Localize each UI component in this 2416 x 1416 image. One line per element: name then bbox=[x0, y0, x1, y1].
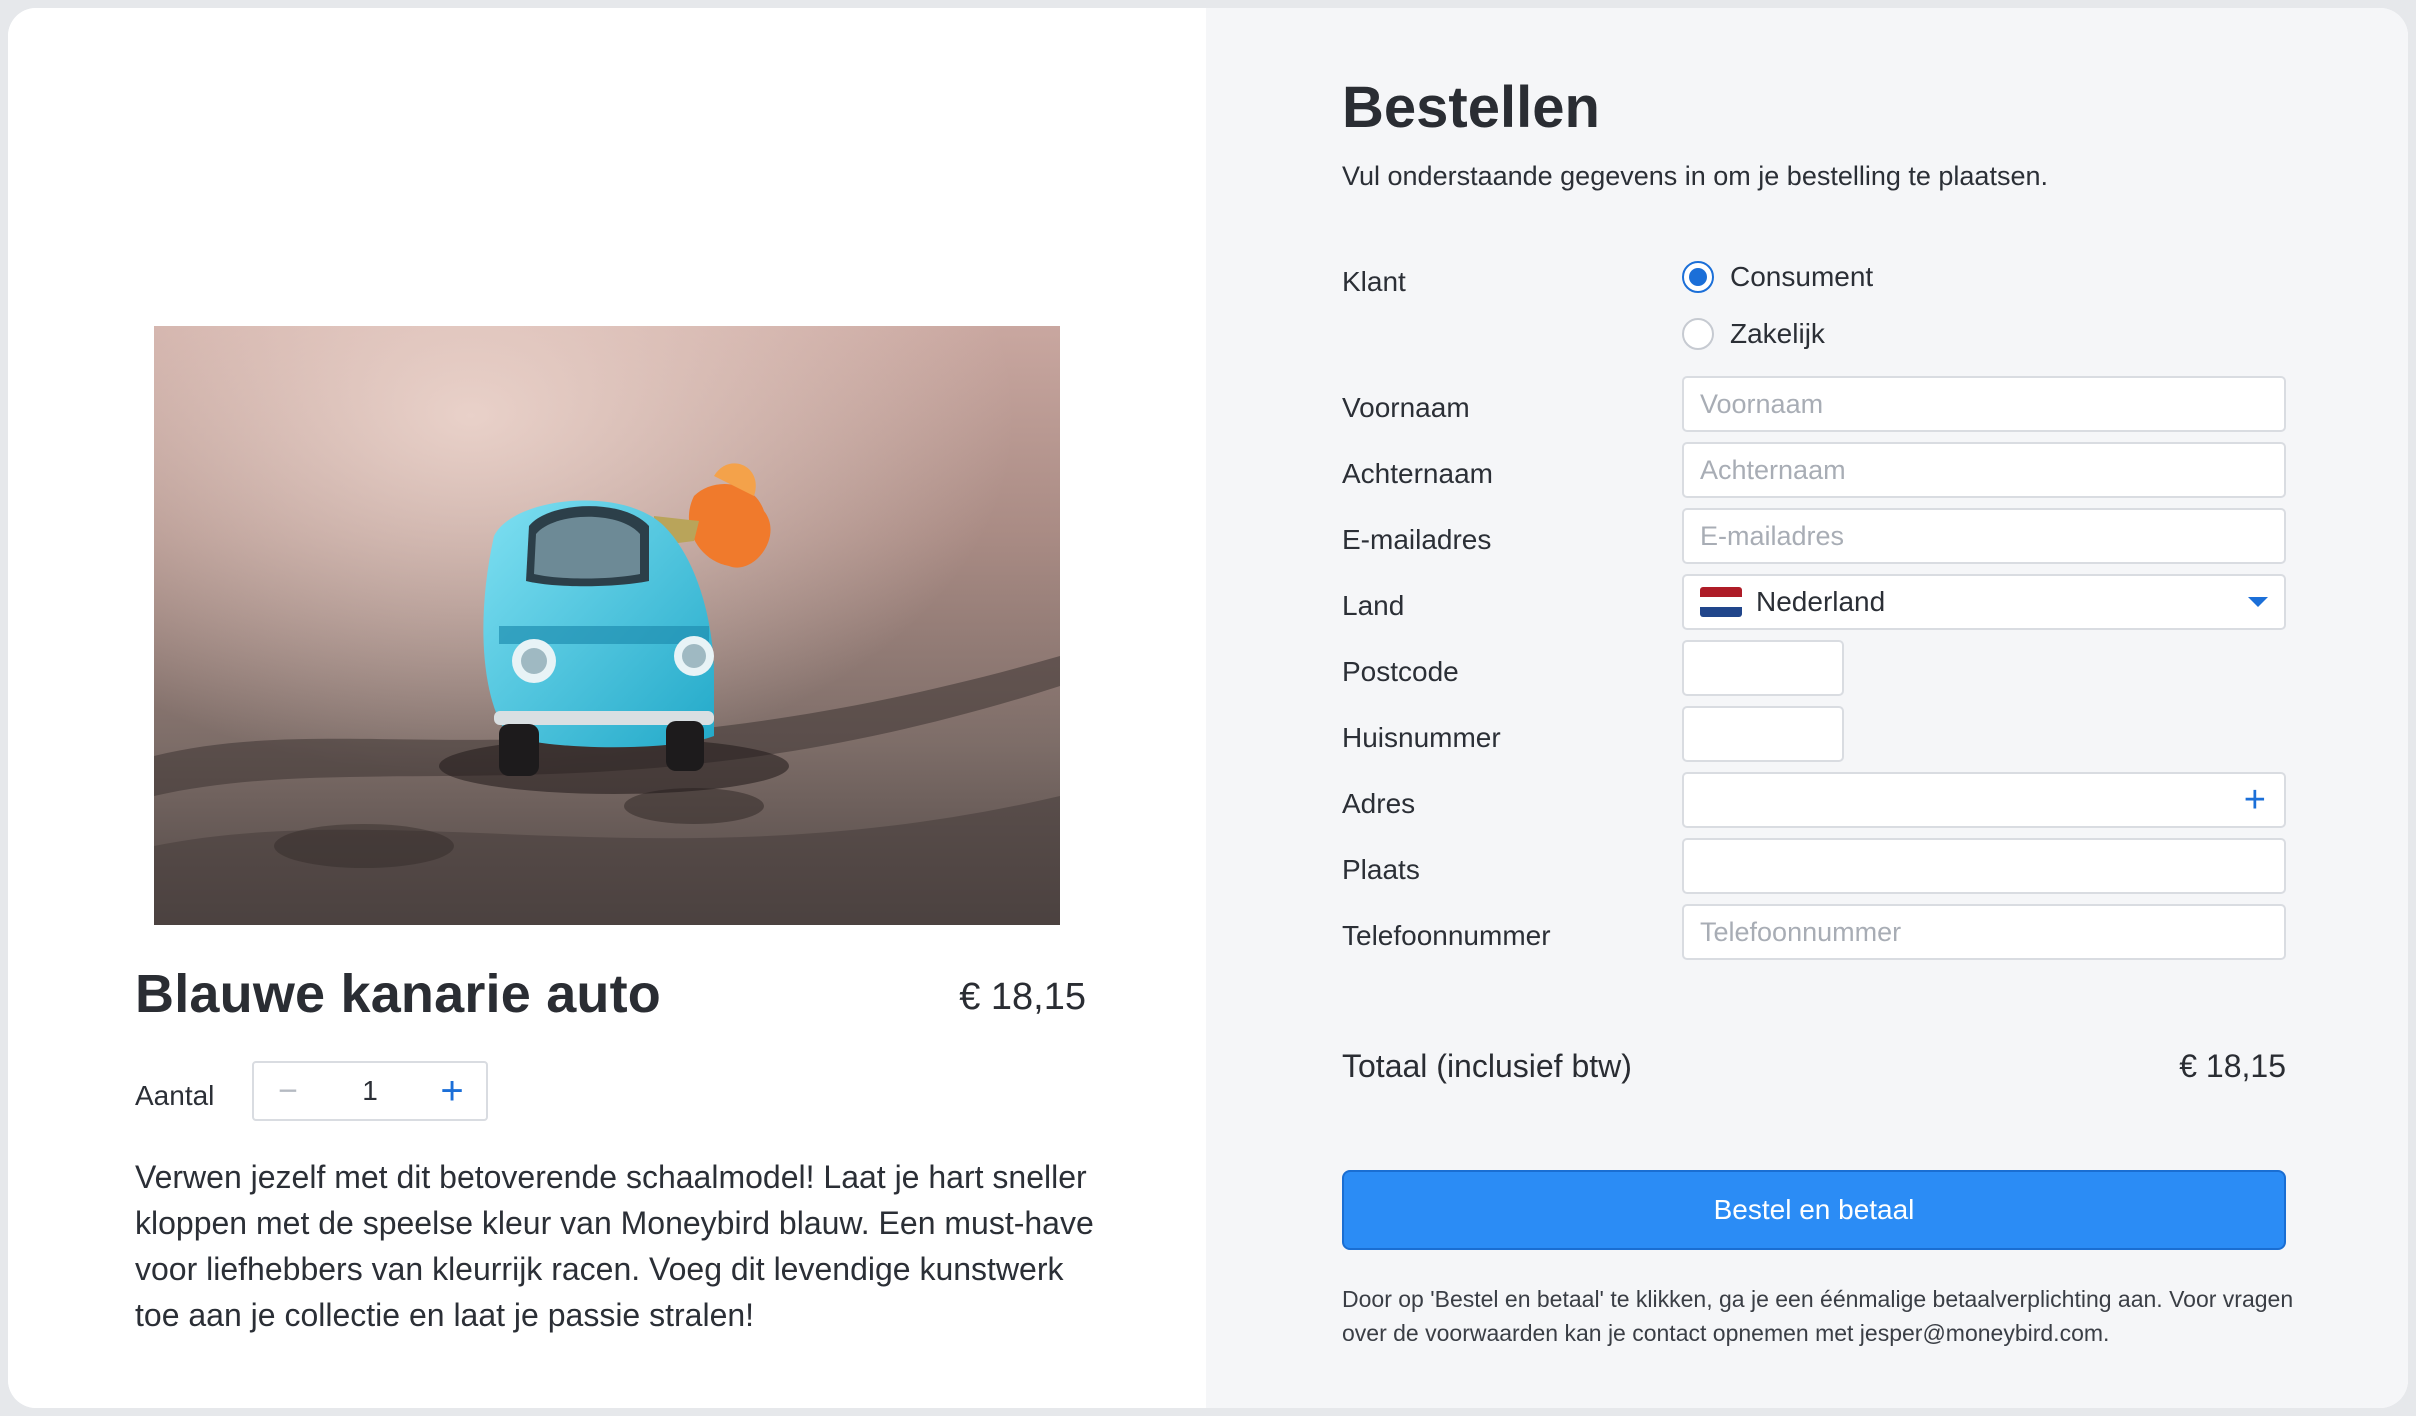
house-number-input[interactable] bbox=[1684, 708, 1842, 760]
postcode-input[interactable] bbox=[1684, 642, 1842, 694]
phone-input[interactable] bbox=[1684, 906, 2284, 958]
last-name-input[interactable] bbox=[1684, 444, 2284, 496]
customer-option-zakelijk[interactable]: Zakelijk bbox=[1682, 318, 1825, 350]
email-input[interactable] bbox=[1684, 510, 2284, 562]
order-form: Bestellen Vul onderstaande gegevens in o… bbox=[1206, 8, 2408, 1408]
customer-option-consument[interactable]: Consument bbox=[1682, 261, 1873, 293]
quantity-label: Aantal bbox=[135, 1080, 215, 1111]
legal-text: Door op 'Bestel en betaal' te klikken, g… bbox=[1342, 1286, 2294, 1346]
last-name-field bbox=[1682, 442, 2286, 498]
total-label: Totaal (inclusief btw) bbox=[1342, 1048, 1632, 1084]
plus-icon[interactable]: + bbox=[418, 1063, 486, 1119]
postcode-field bbox=[1682, 640, 1844, 696]
customer-label: Klant bbox=[1342, 266, 1406, 297]
product-panel: Blauwe kanarie auto € 18,15 Aantal − 1 +… bbox=[8, 8, 1206, 1408]
plus-icon[interactable]: + bbox=[2244, 781, 2266, 819]
address-field: + bbox=[1682, 772, 2286, 828]
country-select[interactable]: Nederland bbox=[1682, 574, 2286, 630]
chevron-down-icon[interactable] bbox=[2248, 597, 2268, 607]
product-price: € 18,15 bbox=[959, 976, 1086, 1018]
city-input[interactable] bbox=[1684, 840, 2284, 892]
address-input[interactable] bbox=[1684, 774, 2284, 826]
radio-checked-icon[interactable] bbox=[1682, 261, 1714, 293]
product-image bbox=[154, 326, 1060, 925]
total-value: € 18,15 bbox=[2179, 1048, 2286, 1084]
house-number-label: Huisnummer bbox=[1342, 722, 1501, 753]
country-label: Land bbox=[1342, 590, 1405, 621]
order-and-pay-button[interactable]: Bestel en betaal bbox=[1342, 1170, 2286, 1250]
phone-field bbox=[1682, 904, 2286, 960]
first-name-field bbox=[1682, 376, 2286, 432]
house-number-field bbox=[1682, 706, 1844, 762]
product-title: Blauwe kanarie auto bbox=[135, 964, 661, 1024]
netherlands-flag-icon bbox=[1700, 587, 1742, 617]
city-label: Plaats bbox=[1342, 854, 1420, 885]
order-card: Blauwe kanarie auto € 18,15 Aantal − 1 +… bbox=[8, 8, 2408, 1408]
email-field bbox=[1682, 508, 2286, 564]
quantity-stepper: − 1 + bbox=[252, 1061, 488, 1121]
quantity-value[interactable]: 1 bbox=[322, 1075, 418, 1107]
customer-option-label: Consument bbox=[1730, 261, 1874, 292]
email-label: E-mailadres bbox=[1342, 524, 1492, 555]
last-name-label: Achternaam bbox=[1342, 458, 1493, 489]
city-field bbox=[1682, 838, 2286, 894]
phone-label: Telefoonnummer bbox=[1342, 920, 1551, 951]
radio-unchecked-icon[interactable] bbox=[1682, 318, 1714, 350]
postcode-label: Postcode bbox=[1342, 656, 1459, 687]
product-description: Verwen jezelf met dit betoverende schaal… bbox=[135, 1159, 1094, 1333]
first-name-input[interactable] bbox=[1684, 378, 2284, 430]
page-title: Bestellen bbox=[1342, 75, 1600, 140]
country-value: Nederland bbox=[1756, 586, 1886, 617]
customer-option-label: Zakelijk bbox=[1730, 318, 1825, 349]
page-subtitle: Vul onderstaande gegevens in om je beste… bbox=[1342, 161, 2048, 191]
address-label: Adres bbox=[1342, 788, 1416, 819]
minus-icon[interactable]: − bbox=[254, 1063, 322, 1119]
first-name-label: Voornaam bbox=[1342, 392, 1470, 423]
